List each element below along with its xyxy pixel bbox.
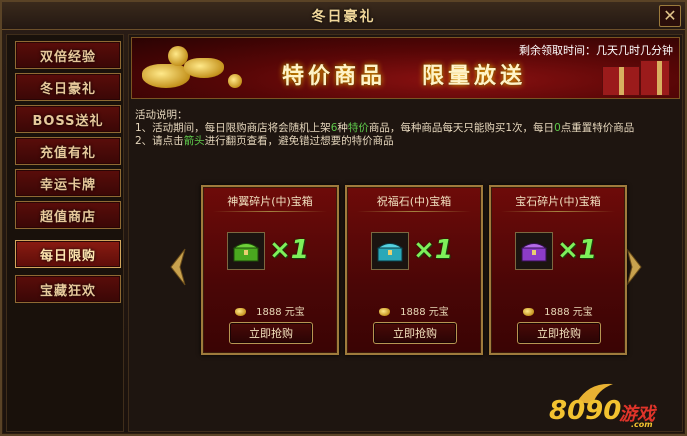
sidebar-item-label: 宝藏狂欢	[39, 283, 96, 299]
sidebar-item-label: 冬日豪礼	[39, 81, 96, 97]
product-card: 宝石碎片(中)宝箱 ×1 1888 元宝 立即抢购	[489, 185, 627, 355]
sidebar-item-recharge-gift[interactable]: 充值有礼	[15, 137, 121, 165]
sidebar-item-label: 超值商店	[39, 209, 96, 225]
chest-icon	[520, 243, 548, 262]
title-bar: 冬日豪礼 ✕	[2, 2, 685, 30]
next-page-arrow-icon[interactable]	[625, 247, 643, 287]
product-card: 祝福石(中)宝箱 ×1 1888 元宝 立即抢购	[345, 185, 483, 355]
ingot-icon	[523, 308, 535, 316]
main-panel: 特价商品 限量放送 剩余领取时间：几天几时几分钟 活动说明： 1、活动期间，每日…	[128, 34, 683, 432]
site-watermark: 8090 游戏 .com	[547, 380, 677, 430]
remaining-time: 剩余领取时间：几天几时几分钟	[519, 44, 673, 57]
sidebar-item-label: 充值有礼	[39, 145, 96, 161]
banner-slogan-right: 限量放送	[422, 64, 527, 89]
banner-slogan-left: 特价商品	[282, 64, 387, 89]
ingot-icon	[235, 308, 247, 316]
product-quantity: ×1	[557, 235, 597, 265]
sidebar-item-label: 幸运卡牌	[39, 177, 96, 193]
product-quantity: ×1	[413, 235, 453, 265]
gold-coin-icon	[228, 74, 242, 88]
sidebar-item-winter-gift[interactable]: 冬日豪礼	[15, 73, 121, 101]
sidebar-item-label: 每日限购	[39, 248, 96, 264]
chest-icon	[232, 243, 260, 262]
description-heading: 活动说明：	[135, 109, 188, 121]
product-price: 1888 元宝	[347, 303, 481, 318]
buy-now-button[interactable]: 立即抢购	[517, 322, 601, 344]
description-line-1: 1、活动期间，每日限购商店将会随机上架6种特价商品，每种商品每天只能购买1次，每…	[135, 122, 635, 134]
sidebar: 双倍经验 冬日豪礼 BOSS送礼 充值有礼 幸运卡牌 超值商店 每日限购 宝藏狂…	[6, 34, 124, 432]
gold-ingot-icon	[184, 58, 224, 78]
item-slot[interactable]	[515, 232, 553, 270]
item-slot[interactable]	[371, 232, 409, 270]
divider	[357, 211, 471, 212]
gift-box-icon	[602, 66, 640, 96]
sidebar-item-treasure-carnival[interactable]: 宝藏狂欢	[15, 275, 121, 303]
item-slot[interactable]	[227, 232, 265, 270]
gold-ingot-icon	[142, 64, 190, 88]
prev-page-arrow-icon[interactable]	[169, 247, 187, 287]
product-price: 1888 元宝	[491, 303, 625, 318]
window-title: 冬日豪礼	[311, 9, 376, 25]
event-description: 活动说明： 1、活动期间，每日限购商店将会随机上架6种特价商品，每种商品每天只能…	[135, 109, 634, 148]
description-line-2: 2、请点击箭头进行翻页查看，避免错过想要的特价商品	[135, 135, 394, 147]
divider	[213, 211, 327, 212]
buy-now-button[interactable]: 立即抢购	[229, 322, 313, 344]
sidebar-item-lucky-card[interactable]: 幸运卡牌	[15, 169, 121, 197]
close-icon: ✕	[663, 6, 677, 25]
gift-box-icon	[640, 60, 670, 96]
close-button[interactable]: ✕	[659, 5, 681, 27]
sidebar-item-label: 双倍经验	[39, 49, 96, 65]
sidebar-item-double-exp[interactable]: 双倍经验	[15, 41, 121, 69]
product-name: 祝福石(中)宝箱	[376, 195, 452, 208]
buy-now-button[interactable]: 立即抢购	[373, 322, 457, 344]
watermark-number: 8090	[549, 396, 622, 426]
product-quantity: ×1	[269, 235, 309, 265]
chest-icon	[376, 243, 404, 262]
gold-coin-icon	[168, 46, 188, 66]
ingot-icon	[379, 308, 391, 316]
product-price: 1888 元宝	[203, 303, 337, 318]
divider	[501, 211, 615, 212]
product-name: 宝石碎片(中)宝箱	[515, 195, 601, 208]
product-card: 神翼碎片(中)宝箱 ×1 1888 元宝 立即抢购	[201, 185, 339, 355]
promo-banner: 特价商品 限量放送 剩余领取时间：几天几时几分钟	[131, 37, 680, 99]
sidebar-item-boss-gift[interactable]: BOSS送礼	[15, 105, 121, 133]
product-name: 神翼碎片(中)宝箱	[227, 195, 313, 208]
sidebar-item-daily-limit[interactable]: 每日限购	[15, 240, 121, 268]
event-window: 冬日豪礼 ✕ 双倍经验 冬日豪礼 BOSS送礼 充值有礼 幸运卡牌 超值商店 每…	[0, 0, 687, 436]
sidebar-item-label: BOSS送礼	[32, 113, 104, 129]
watermark-domain: .com	[631, 420, 653, 429]
sidebar-item-value-shop[interactable]: 超值商店	[15, 201, 121, 229]
